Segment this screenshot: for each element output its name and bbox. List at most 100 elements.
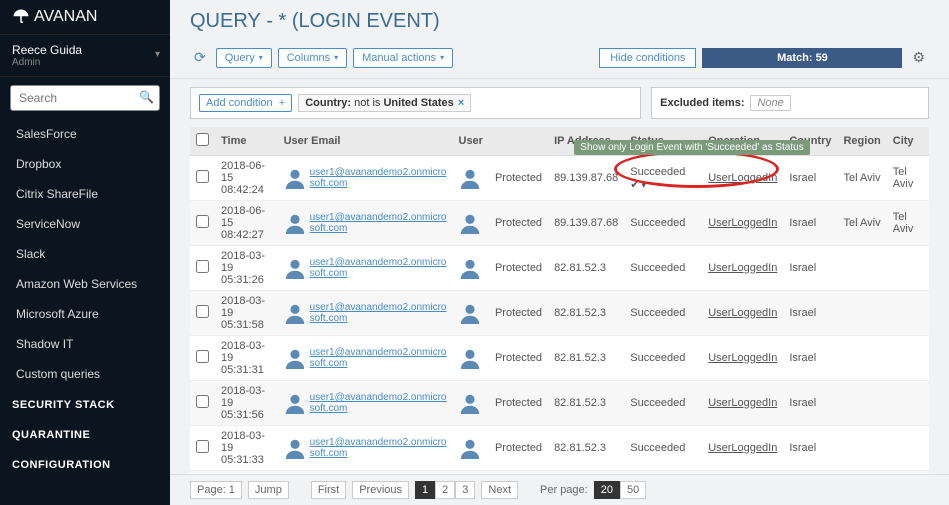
brand-logo: AVANAN [0, 0, 170, 34]
user-name: Reece Guida [12, 43, 158, 57]
operation-link[interactable]: UserLoggedIn [708, 397, 777, 409]
table-row[interactable]: 2018-03-1905:31:56user1@avanandemo2.onmi… [190, 381, 929, 426]
plus-icon: + [279, 97, 285, 109]
select-all-checkbox[interactable] [196, 133, 209, 146]
row-checkbox[interactable] [196, 260, 209, 273]
user-email-link[interactable]: user1@avanandemo2.onmicrosoft.com [310, 302, 447, 324]
filter-chip-country[interactable]: Country: not is United States × [298, 94, 471, 112]
match-count: Match: 59 [702, 48, 902, 68]
manual-actions-dropdown[interactable]: Manual actions▾ [353, 48, 453, 68]
sidebar-item-citrix-sharefile[interactable]: Citrix ShareFile [0, 179, 170, 209]
table-header-row: TimeUser EmailUserIP AddressStatusOperat… [190, 127, 929, 156]
page-indicator: Page: 1 [190, 481, 242, 499]
search-input[interactable] [10, 85, 160, 111]
jump-button[interactable]: Jump [248, 481, 289, 499]
chevron-down-icon: ▾ [440, 53, 444, 62]
results-table: TimeUser EmailUserIP AddressStatusOperat… [190, 127, 929, 474]
conditions-box: Add condition + Country: not is United S… [190, 87, 641, 119]
chevron-down-icon: ▾ [259, 53, 263, 62]
table-row[interactable]: 2018-06-1508:42:27user1@avanandemo2.onmi… [190, 201, 929, 246]
close-icon[interactable]: × [458, 97, 464, 109]
operation-link[interactable]: UserLoggedIn [708, 352, 777, 364]
table-wrap: TimeUser EmailUserIP AddressStatusOperat… [170, 127, 949, 474]
sidebar: AVANAN Reece Guida Admin ▾ 🔍 SalesForceD… [0, 0, 170, 505]
columns-dropdown[interactable]: Columns▾ [278, 48, 347, 68]
page-title-prefix: QUERY [190, 10, 261, 32]
col-region[interactable]: Region [837, 127, 886, 156]
user-email-link[interactable]: user1@avanandemo2.onmicrosoft.com [310, 437, 447, 459]
row-checkbox[interactable] [196, 395, 209, 408]
filter-icon[interactable]: ▾ [642, 180, 647, 190]
filters-row: Add condition + Country: not is United S… [170, 79, 949, 127]
sidebar-item-microsoft-azure[interactable]: Microsoft Azure [0, 299, 170, 329]
sidebar-item-servicenow[interactable]: ServiceNow [0, 209, 170, 239]
sidebar-item-amazon-web-services[interactable]: Amazon Web Services [0, 269, 170, 299]
col-city[interactable]: City [887, 127, 929, 156]
refresh-icon[interactable]: ⟳ [190, 45, 210, 70]
search-wrap: 🔍 [0, 77, 170, 119]
search-icon[interactable]: 🔍 [139, 90, 154, 104]
query-dropdown[interactable]: Query▾ [216, 48, 272, 68]
user-email-link[interactable]: user1@avanandemo2.onmicrosoft.com [310, 347, 447, 369]
perpage-label: Per page: [540, 484, 588, 496]
user-block[interactable]: Reece Guida Admin ▾ [0, 34, 170, 77]
umbrella-icon [12, 8, 30, 26]
row-checkbox[interactable] [196, 350, 209, 363]
table-row[interactable]: 2018-03-1905:31:19user1@avanandemo2.onmi… [190, 471, 929, 475]
sidebar-section-security-stack[interactable]: SECURITY STACK [0, 389, 170, 419]
prev-page-button[interactable]: Previous [352, 481, 409, 499]
add-condition-button[interactable]: Add condition + [199, 94, 292, 112]
operation-link[interactable]: UserLoggedIn [708, 307, 777, 319]
sidebar-section-configuration[interactable]: CONFIGURATION [0, 449, 170, 479]
table-row[interactable]: 2018-03-1905:31:31user1@avanandemo2.onmi… [190, 336, 929, 381]
operation-link[interactable]: UserLoggedIn [708, 442, 777, 454]
sidebar-item-dropbox[interactable]: Dropbox [0, 149, 170, 179]
nav: SalesForceDropboxCitrix ShareFileService… [0, 119, 170, 505]
next-page-button[interactable]: Next [481, 481, 518, 499]
row-checkbox[interactable] [196, 440, 209, 453]
sidebar-item-custom-queries[interactable]: Custom queries [0, 359, 170, 389]
page-title: QUERY - * (LOGIN EVENT) [170, 0, 949, 41]
table-row[interactable]: 2018-03-1905:31:33user1@avanandemo2.onmi… [190, 426, 929, 471]
operation-link[interactable]: UserLoggedIn [708, 262, 777, 274]
chevron-down-icon: ▾ [155, 49, 160, 60]
col-time[interactable]: Time [215, 127, 278, 156]
table-row[interactable]: 2018-03-1905:31:26user1@avanandemo2.onmi… [190, 246, 929, 291]
main: QUERY - * (LOGIN EVENT) ⟳ Query▾ Columns… [170, 0, 949, 505]
row-checkbox[interactable] [196, 305, 209, 318]
status-tooltip: Show only Login Event with 'Succeeded' a… [574, 140, 809, 155]
user-email-link[interactable]: user1@avanandemo2.onmicrosoft.com [310, 167, 447, 189]
page-3-button[interactable]: 3 [455, 481, 475, 499]
page-1-button[interactable]: 1 [415, 481, 435, 499]
user-email-link[interactable]: user1@avanandemo2.onmicrosoft.com [310, 257, 447, 279]
hide-conditions-button[interactable]: Hide conditions [599, 48, 696, 68]
table-row[interactable]: 2018-03-1905:31:58user1@avanandemo2.onmi… [190, 291, 929, 336]
col-checkbox [190, 127, 215, 156]
excluded-none: None [750, 95, 790, 111]
row-checkbox[interactable] [196, 170, 209, 183]
operation-link[interactable]: UserLoggedIn [708, 172, 777, 184]
brand-text: AVANAN [34, 8, 97, 26]
first-page-button[interactable]: First [311, 481, 346, 499]
operation-link[interactable]: UserLoggedIn [708, 217, 777, 229]
toolbar: ⟳ Query▾ Columns▾ Manual actions▾ Hide c… [170, 41, 949, 79]
col-user-email[interactable]: User Email [278, 127, 453, 156]
table-row[interactable]: 2018-06-1508:42:24user1@avanandemo2.onmi… [190, 156, 929, 201]
page-2-button[interactable]: 2 [435, 481, 455, 499]
col-user[interactable]: User [453, 127, 489, 156]
sidebar-item-shadow-it[interactable]: Shadow IT [0, 329, 170, 359]
user-email-link[interactable]: user1@avanandemo2.onmicrosoft.com [310, 212, 447, 234]
sidebar-item-slack[interactable]: Slack [0, 239, 170, 269]
page-title-suffix: - * (LOGIN EVENT) [261, 10, 440, 32]
excluded-box: Excluded items: None [651, 87, 929, 119]
user-email-link[interactable]: user1@avanandemo2.onmicrosoft.com [310, 392, 447, 414]
gear-icon[interactable]: ⚙ [908, 49, 929, 66]
perpage-20-button[interactable]: 20 [594, 481, 620, 499]
user-role: Admin [12, 57, 158, 68]
chevron-down-icon: ▾ [334, 53, 338, 62]
perpage-50-button[interactable]: 50 [620, 481, 646, 499]
sidebar-section-quarantine[interactable]: QUARANTINE [0, 419, 170, 449]
sidebar-item-salesforce[interactable]: SalesForce [0, 119, 170, 149]
row-checkbox[interactable] [196, 215, 209, 228]
pagination: Page: 1 Jump First Previous 123 Next Per… [170, 474, 949, 505]
